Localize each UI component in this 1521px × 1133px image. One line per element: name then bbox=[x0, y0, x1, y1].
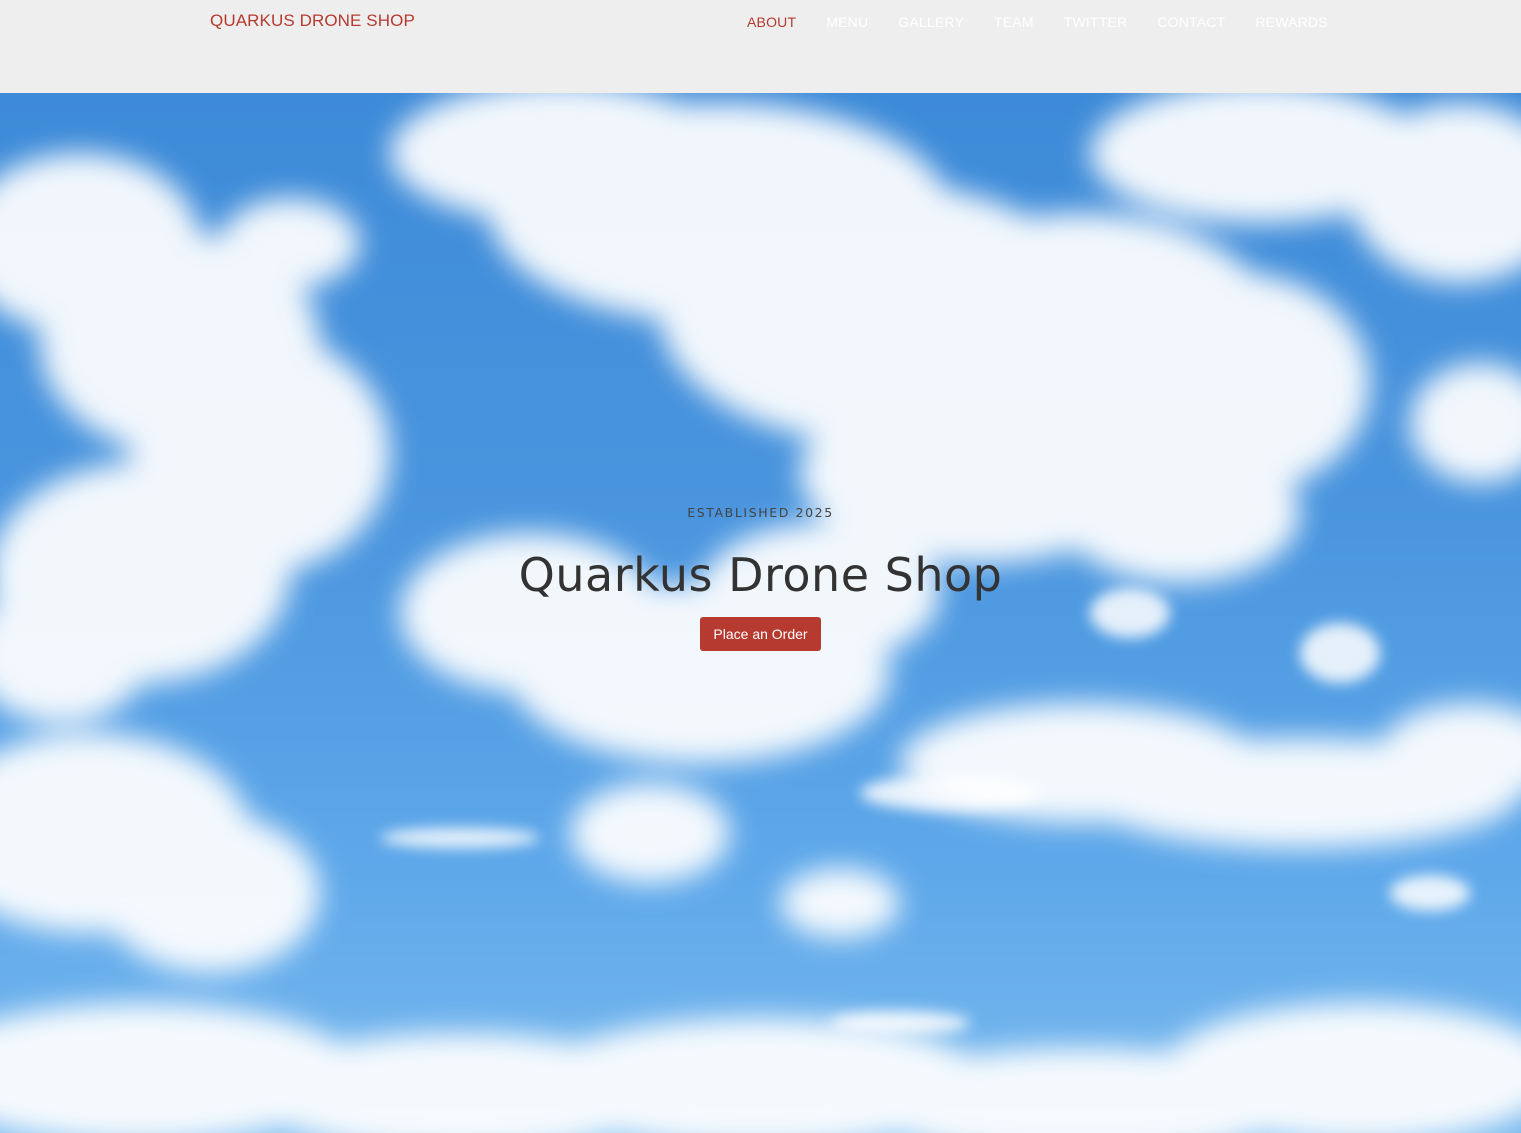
nav-item-gallery[interactable]: GALLERY bbox=[898, 14, 964, 30]
nav-menu: ABOUT MENU GALLERY TEAM TWITTER CONTACT … bbox=[747, 14, 1328, 30]
nav-item-contact[interactable]: CONTACT bbox=[1157, 14, 1225, 30]
navbar: QUARKUS DRONE SHOP ABOUT MENU GALLERY TE… bbox=[0, 0, 1521, 93]
established-label: ESTABLISHED 2025 bbox=[687, 505, 834, 520]
nav-item-rewards[interactable]: REWARDS bbox=[1255, 14, 1327, 30]
nav-item-team[interactable]: TEAM bbox=[994, 14, 1034, 30]
hero-title: Quarkus Drone Shop bbox=[518, 548, 1003, 602]
hero-section: ESTABLISHED 2025 Quarkus Drone Shop Plac… bbox=[0, 93, 1521, 1133]
brand-link[interactable]: QUARKUS DRONE SHOP bbox=[210, 11, 415, 31]
nav-item-twitter[interactable]: TWITTER bbox=[1064, 14, 1128, 30]
hero-content: ESTABLISHED 2025 Quarkus Drone Shop Plac… bbox=[0, 503, 1521, 651]
place-order-button[interactable]: Place an Order bbox=[700, 617, 821, 651]
nav-item-menu[interactable]: MENU bbox=[826, 14, 868, 30]
nav-item-about[interactable]: ABOUT bbox=[747, 14, 796, 30]
